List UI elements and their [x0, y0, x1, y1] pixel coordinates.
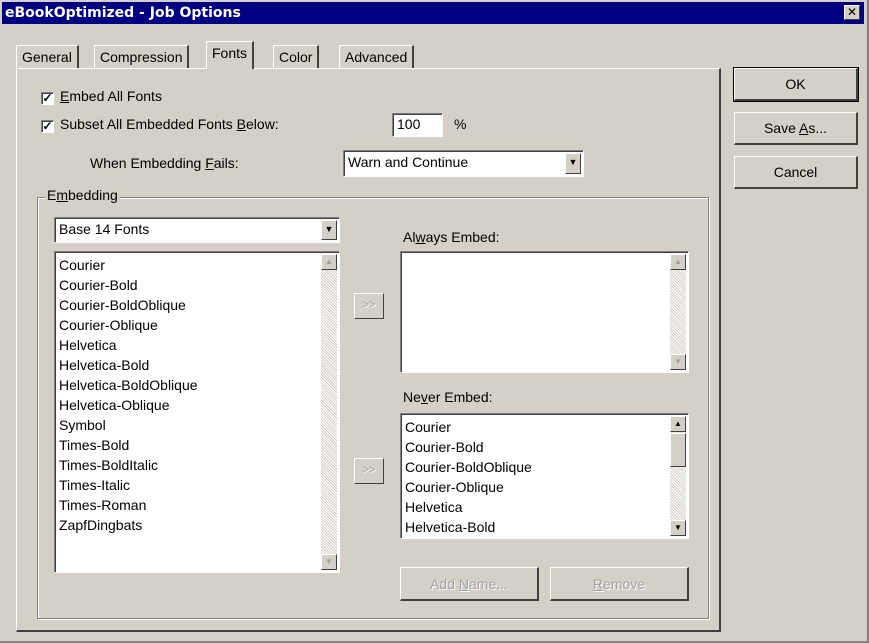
scroll-up-icon[interactable]: ▲ — [321, 254, 337, 270]
never-embed-label: Never Embed: — [403, 389, 493, 405]
list-item[interactable]: Helvetica-Oblique — [59, 395, 198, 415]
close-icon[interactable]: ✕ — [844, 5, 860, 20]
always-embed-label: Always Embed: — [403, 229, 500, 245]
list-item[interactable]: Courier-BoldOblique — [59, 295, 198, 315]
ok-button[interactable]: OK — [733, 67, 859, 102]
font-list-scrollbar[interactable]: ▲ ▼ — [321, 254, 337, 570]
job-options-dialog: eBookOptimized - Job Options ✕ General C… — [0, 0, 869, 643]
list-item[interactable]: Courier — [59, 255, 198, 275]
list-item[interactable]: Times-BoldItalic — [59, 455, 198, 475]
scroll-up-icon[interactable]: ▲ — [670, 416, 686, 432]
list-item[interactable]: Courier-Oblique — [405, 477, 532, 497]
title-bar: eBookOptimized - Job Options ✕ — [2, 2, 864, 24]
never-embed-scrollbar[interactable]: ▲ ▼ — [670, 416, 686, 536]
tab-general[interactable]: General — [16, 45, 79, 68]
when-embedding-fails-label: When Embedding Fails: — [90, 155, 239, 171]
tab-compression[interactable]: Compression — [94, 45, 190, 68]
percent-unit: % — [454, 116, 467, 132]
scroll-down-icon[interactable]: ▼ — [670, 520, 686, 536]
list-item[interactable]: Courier — [405, 417, 532, 437]
remove-button[interactable]: Remove — [550, 567, 689, 601]
subset-fonts-checkbox[interactable]: ✓ — [41, 120, 54, 133]
list-item[interactable]: Helvetica-BoldOblique — [59, 375, 198, 395]
list-item[interactable]: Helvetica — [405, 497, 532, 517]
list-item[interactable]: Symbol — [59, 415, 198, 435]
fonts-tab-panel: ✓ Embed All Fonts ✓ Subset All Embedded … — [16, 68, 721, 632]
embedding-group-title: Embedding — [45, 187, 120, 203]
font-list[interactable]: Courier Courier-Bold Courier-BoldOblique… — [54, 251, 340, 573]
list-item[interactable]: Helvetica — [59, 335, 198, 355]
subset-percent-field[interactable]: 100 — [392, 113, 443, 137]
list-item[interactable]: Times-Italic — [59, 475, 198, 495]
list-item[interactable]: Courier-Oblique — [59, 315, 198, 335]
never-embed-items: Courier Courier-Bold Courier-BoldOblique… — [405, 417, 532, 537]
list-item[interactable]: Times-Bold — [59, 435, 198, 455]
tab-fonts[interactable]: Fonts — [206, 41, 255, 69]
list-item[interactable]: ZapfDingbats — [59, 515, 198, 535]
add-name-button[interactable]: Add Name... — [400, 567, 539, 601]
list-item[interactable]: Courier-BoldOblique — [405, 457, 532, 477]
list-item[interactable]: Courier-Bold — [405, 437, 532, 457]
always-embed-scrollbar[interactable]: ▲ ▼ — [670, 254, 686, 370]
chevron-down-icon[interactable]: ▼ — [321, 220, 337, 240]
font-list-items: Courier Courier-Bold Courier-BoldOblique… — [59, 255, 198, 535]
list-item[interactable]: Helvetica-Bold — [405, 517, 532, 537]
tab-color[interactable]: Color — [273, 45, 320, 68]
scroll-thumb[interactable] — [670, 433, 686, 467]
cancel-button[interactable]: Cancel — [734, 156, 858, 189]
scroll-down-icon[interactable]: ▼ — [321, 554, 337, 570]
window-title: eBookOptimized - Job Options — [5, 5, 241, 21]
always-embed-list[interactable]: ▲ ▼ — [400, 251, 689, 373]
subset-fonts-label[interactable]: Subset All Embedded Fonts Below: — [60, 116, 279, 132]
save-as-button[interactable]: Save As... — [734, 112, 858, 145]
never-embed-list[interactable]: Courier Courier-Bold Courier-BoldOblique… — [400, 413, 689, 539]
when-embedding-fails-select[interactable]: Warn and Continue ▼ — [343, 150, 584, 177]
embed-all-fonts-checkbox[interactable]: ✓ — [41, 92, 54, 105]
scroll-down-icon[interactable]: ▼ — [670, 354, 686, 370]
chevron-down-icon[interactable]: ▼ — [565, 153, 581, 174]
font-source-select[interactable]: Base 14 Fonts ▼ — [54, 217, 340, 243]
list-item[interactable]: Times-Roman — [59, 495, 198, 515]
add-to-always-embed-button[interactable]: >> — [354, 293, 384, 319]
tab-advanced[interactable]: Advanced — [339, 45, 415, 68]
embed-all-fonts-label[interactable]: Embed All Fonts — [60, 88, 162, 104]
add-to-never-embed-button[interactable]: >> — [354, 458, 384, 484]
list-item[interactable]: Helvetica-Bold — [59, 355, 198, 375]
scroll-up-icon[interactable]: ▲ — [670, 254, 686, 270]
list-item[interactable]: Courier-Bold — [59, 275, 198, 295]
